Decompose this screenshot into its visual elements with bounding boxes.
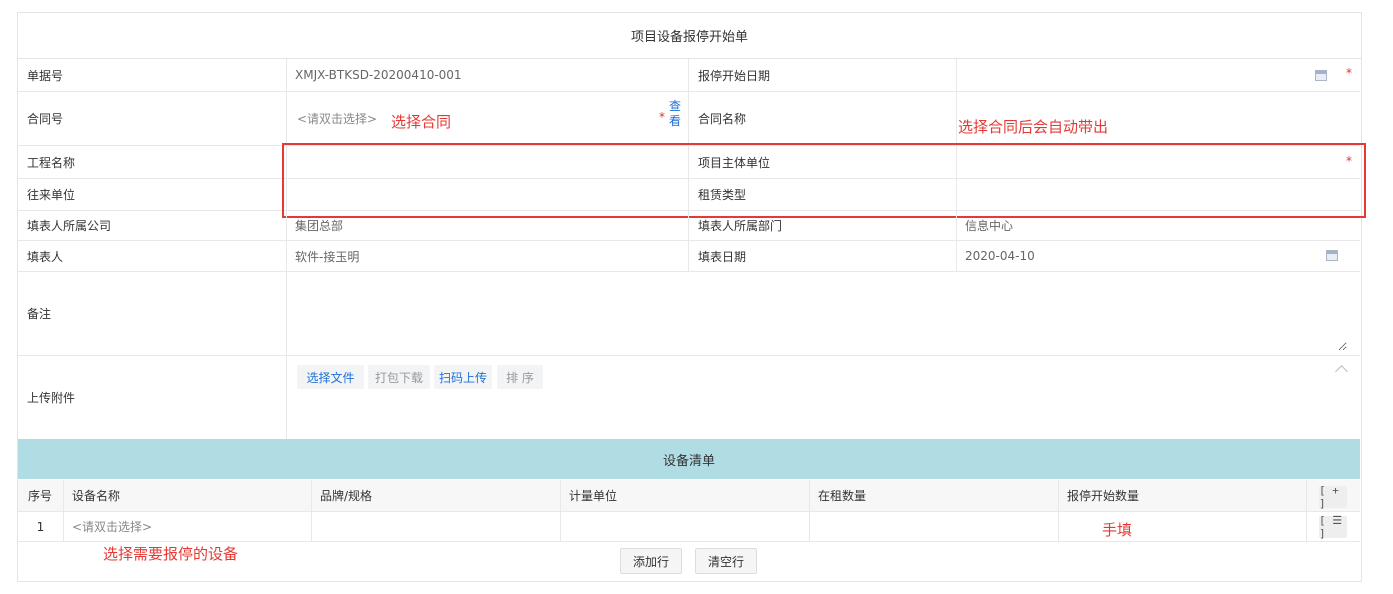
col-header-equipment-name: 设备名称 xyxy=(64,480,312,512)
auto-fill-highlight-box xyxy=(282,143,1366,218)
label-filler-company: 填表人所属公司 xyxy=(18,211,286,241)
stop-qty-input[interactable] xyxy=(1059,512,1307,542)
annotation-auto-fill: 选择合同后会自动带出 xyxy=(958,118,1109,136)
calendar-icon[interactable] xyxy=(1315,70,1327,81)
annotation-choose-contract: 选择合同 xyxy=(391,113,452,131)
label-filler-dept: 填表人所属部门 xyxy=(688,211,956,241)
pack-download-button[interactable]: 打包下载 xyxy=(368,365,430,389)
remark-textarea[interactable] xyxy=(287,273,1347,351)
label-filler: 填表人 xyxy=(18,241,286,272)
annotation-choose-equipment: 选择需要报停的设备 xyxy=(103,545,239,563)
doc-no-value: XMJX-BTKSD-20200410-001 xyxy=(286,59,688,92)
col-header-rent-qty: 在租数量 xyxy=(810,480,1059,512)
unit-cell xyxy=(561,512,810,542)
label-remark: 备注 xyxy=(18,272,286,356)
label-counterparty: 往来单位 xyxy=(18,179,286,211)
label-contract-name: 合同名称 xyxy=(688,92,956,146)
label-doc-no: 单据号 xyxy=(18,59,286,92)
rent-qty-cell xyxy=(810,512,1059,542)
fill-date-value: 2020-04-10 xyxy=(956,241,1360,272)
scan-upload-button[interactable]: 扫码上传 xyxy=(434,365,492,389)
col-header-stop-qty: 报停开始数量 xyxy=(1059,480,1307,512)
label-stop-start-date: 报停开始日期 xyxy=(688,59,956,92)
calendar-icon[interactable] xyxy=(1326,250,1338,261)
label-fill-date: 填表日期 xyxy=(688,241,956,272)
filler-value: 软件-接玉明 xyxy=(286,241,688,272)
sort-button[interactable]: 排 序 xyxy=(497,365,543,389)
annotation-manual: 手填 xyxy=(1102,521,1133,539)
choose-file-button[interactable]: 选择文件 xyxy=(297,365,364,389)
required-mark: * xyxy=(1346,66,1352,80)
row-number: 1 xyxy=(18,512,64,542)
required-mark: * xyxy=(659,110,665,124)
contract-no-input[interactable]: <请双击选择> xyxy=(286,92,688,146)
clear-rows-button[interactable]: 清空行 xyxy=(695,548,757,574)
add-row-button[interactable]: 添加行 xyxy=(620,548,682,574)
label-attachments: 上传附件 xyxy=(27,391,76,405)
col-header-unit: 计量单位 xyxy=(561,480,810,512)
add-row-icon[interactable]: [ + ] xyxy=(1319,484,1347,510)
brand-cell xyxy=(312,512,561,542)
stop-start-date-input[interactable] xyxy=(956,59,1360,92)
label-contract-no: 合同号 xyxy=(18,92,286,146)
row-menu-icon[interactable]: [ ☰ ] xyxy=(1319,514,1347,540)
col-header-no: 序号 xyxy=(18,480,64,512)
form-title: 项目设备报停开始单 xyxy=(18,13,1361,59)
equipment-section-header: 设备清单 xyxy=(18,439,1360,479)
filler-dept-value: 信息中心 xyxy=(956,211,1360,241)
view-contract-link[interactable]: 查看 xyxy=(669,99,683,129)
filler-company-value: 集团总部 xyxy=(286,211,688,241)
label-project-name: 工程名称 xyxy=(18,146,286,179)
col-header-brand: 品牌/规格 xyxy=(312,480,561,512)
equipment-name-input[interactable]: <请双击选择> xyxy=(64,512,312,542)
